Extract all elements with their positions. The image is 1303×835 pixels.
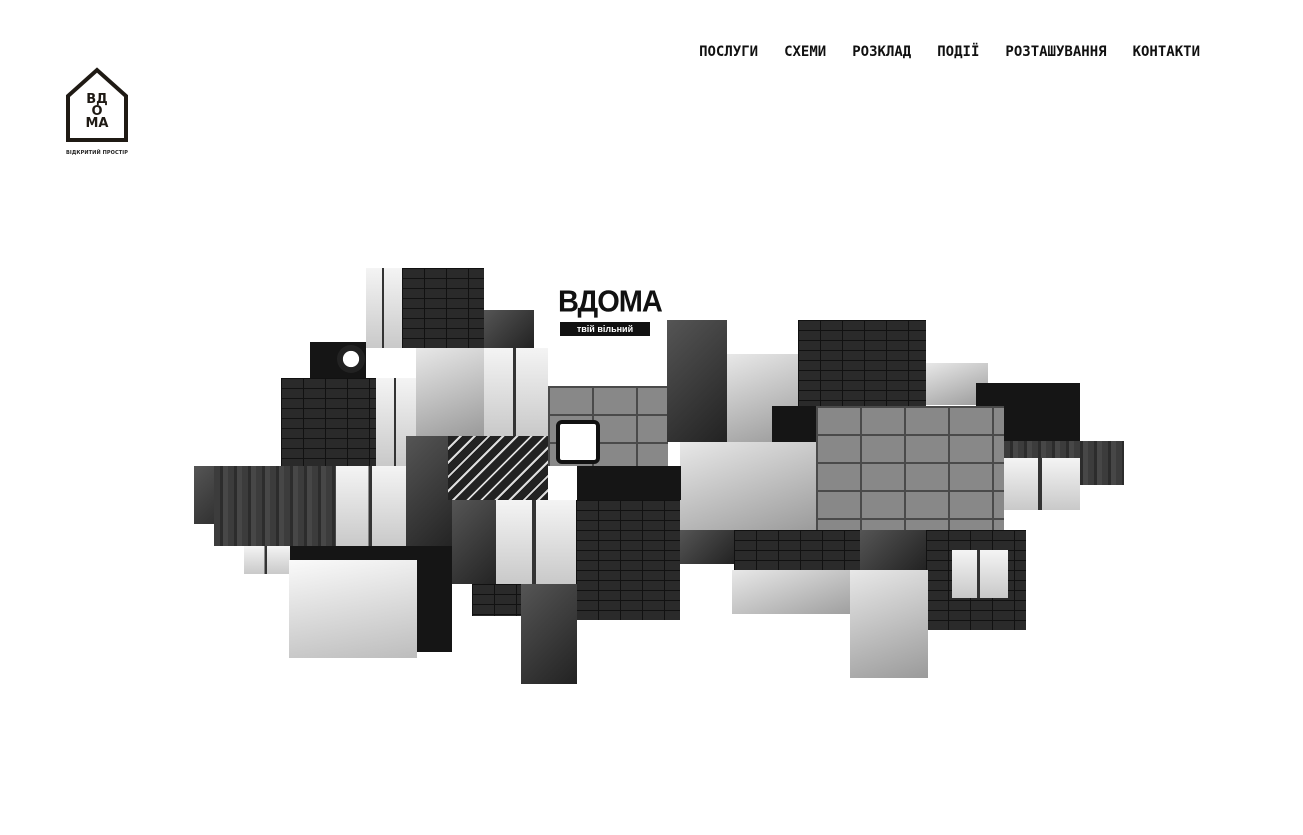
collage-photo-brick-dark [281,378,377,466]
collage-photo-flower [337,345,365,373]
nav-item-contacts[interactable]: КОНТАКТИ [1133,44,1200,60]
collage-photo-texture-3 [860,530,926,570]
collage-photo-wood-door [214,466,336,546]
collage-photo-money [850,570,928,678]
nav-item-schemes[interactable]: СХЕМИ [784,44,826,60]
main-nav: ПОСЛУГИ СХЕМИ РОЗКЛАД ПОДІЇ РОЗТАШУВАННЯ… [699,44,1200,60]
collage-photo-door [484,348,548,436]
collage-photo-dark-3 [577,466,681,500]
collage-photo-flowers-door [521,584,577,684]
collage-photo-brick-3 [472,584,524,616]
camera-icon [556,420,600,464]
hero-brand-title: ВДОМА [558,285,663,319]
collage-photo-brick-2 [734,530,860,570]
logo-caption: ВІДКРИТИЙ ПРОСТІР [66,150,128,156]
collage-photo-window-5 [952,550,1008,598]
collage-photo-window-4 [496,500,576,584]
collage-photo-stairs [448,436,548,500]
collage-photo-window-6 [244,546,290,574]
collage-photo-stone-wall [816,406,1004,530]
collage-photo-brick-lamp [798,320,926,406]
collage-photo-brick-frame [576,500,680,620]
nav-item-schedule[interactable]: РОЗКЛАД [852,44,911,60]
logo-letters-line-3: МА [85,116,109,131]
page: ВД О МА ВІДКРИТИЙ ПРОСТІР ПОСЛУГИ СХЕМИ … [0,0,1303,835]
collage-photo-curtain [452,500,500,584]
collage-photo-dark-2 [772,406,816,442]
collage-photo-brick-wall [402,268,484,348]
nav-item-location[interactable]: РОЗТАШУВАННЯ [1005,44,1106,60]
logo[interactable]: ВД О МА ВІДКРИТИЙ ПРОСТІР [64,66,130,158]
collage-photo-room [336,466,408,546]
collage-photo-texture [484,310,534,348]
collage-photo-magazine [289,560,417,658]
nav-item-events[interactable]: ПОДІЇ [937,44,979,60]
collage-photo-church [416,348,484,436]
collage-photo-window-3 [1004,458,1080,510]
collage-photo-eye-banknote [732,570,868,614]
collage-photo-window [366,268,402,348]
collage-photo-door-metal [667,320,727,442]
hero-brand: ВДОМА твій вільний простір [558,285,663,348]
nav-item-services[interactable]: ПОСЛУГИ [699,44,758,60]
hero-brand-subtitle: твій вільний простір [560,322,650,348]
photo-collage: ВДОМА твій вільний простір [0,0,1303,835]
logo-letters: ВД О МА [64,93,130,131]
collage-photo-texture-2 [680,530,734,564]
collage-photo-plant [680,442,816,532]
